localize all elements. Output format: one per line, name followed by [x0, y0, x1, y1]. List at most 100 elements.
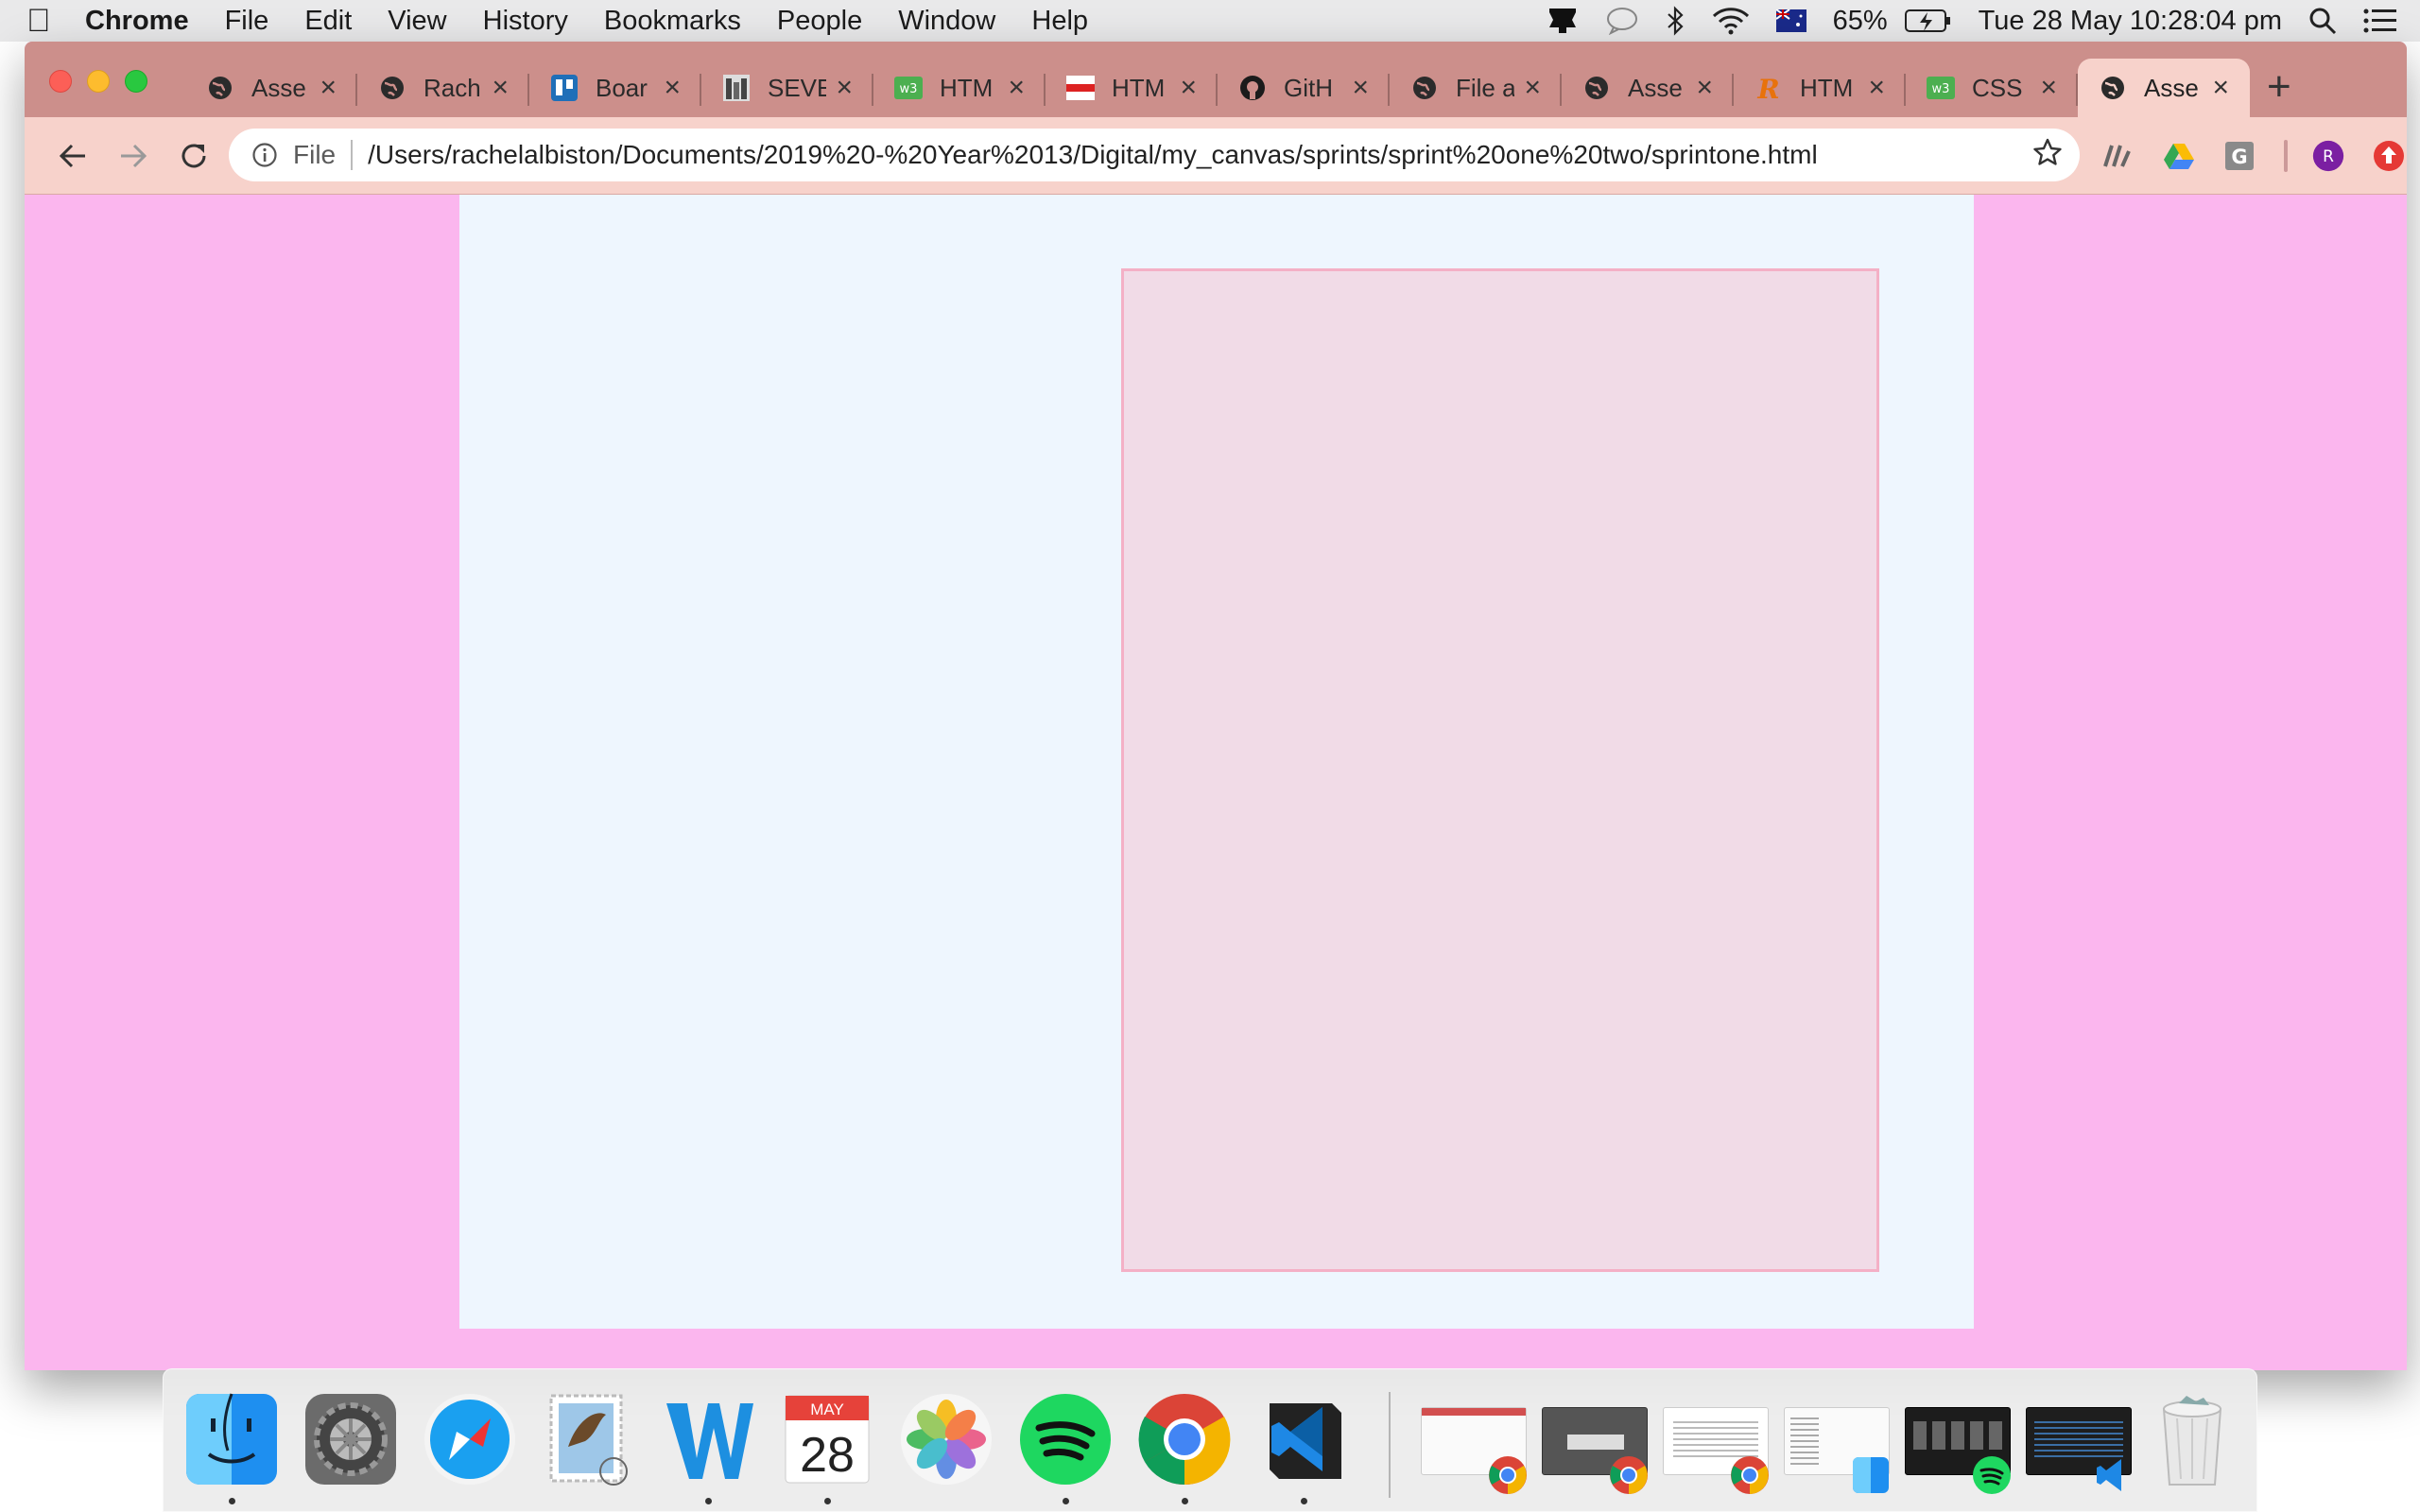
messages-icon[interactable]: [1593, 7, 1651, 35]
tab-close-icon[interactable]: ×: [664, 74, 681, 102]
tab-close-icon[interactable]: ×: [1524, 74, 1541, 102]
back-button[interactable]: [55, 138, 91, 174]
tab-9[interactable]: Asse ×: [1562, 59, 1734, 117]
dock-vscode[interactable]: [1254, 1390, 1353, 1504]
running-indicator: [824, 1498, 831, 1504]
dock-trash[interactable]: [2143, 1390, 2241, 1488]
trash-icon: [2162, 1396, 2222, 1486]
tab-10[interactable]: R HTM ×: [1734, 59, 1906, 117]
dock-minimized-window-5[interactable]: [1905, 1407, 2011, 1494]
tab-close-icon[interactable]: ×: [1352, 74, 1369, 102]
reload-button[interactable]: [176, 138, 212, 174]
dock-word[interactable]: [659, 1390, 757, 1504]
dock-minimized-window-4[interactable]: [1784, 1407, 1890, 1493]
menu-history[interactable]: History: [465, 6, 586, 37]
menu-edit[interactable]: Edit: [286, 6, 370, 37]
svg-text:28: 28: [800, 1428, 855, 1483]
update-arrow-icon[interactable]: [2373, 140, 2405, 172]
apple-menu-icon[interactable]: : [26, 3, 78, 40]
menu-app-name[interactable]: Chrome: [78, 6, 207, 37]
page-container: [459, 195, 1974, 1329]
tab-5[interactable]: w3 HTM ×: [873, 59, 1046, 117]
battery-percent[interactable]: 65%: [1820, 6, 1892, 37]
grammarly-icon[interactable]: G: [2223, 140, 2256, 172]
tab-1[interactable]: Asse ×: [185, 59, 357, 117]
bluetooth-icon[interactable]: [1651, 6, 1699, 36]
menu-help[interactable]: Help: [1013, 6, 1106, 37]
window-close-button[interactable]: [49, 70, 72, 93]
tab-11[interactable]: w3 CSS ×: [1906, 59, 2078, 117]
display-icon[interactable]: [1532, 7, 1593, 35]
tab-6[interactable]: HTM ×: [1046, 59, 1218, 117]
tab-close-icon[interactable]: ×: [1868, 74, 1885, 102]
tab-2[interactable]: Rach ×: [357, 59, 529, 117]
url-scheme: File: [293, 140, 337, 169]
dock-finder[interactable]: [182, 1390, 281, 1504]
info-icon[interactable]: [251, 142, 278, 168]
toolbar-divider: [2284, 140, 2288, 172]
dock-mail[interactable]: [540, 1390, 638, 1488]
dock-system-preferences[interactable]: [302, 1390, 400, 1488]
vscode-badge-icon: [2097, 1459, 2121, 1491]
tab-4[interactable]: SEVE ×: [701, 59, 873, 117]
tab-3[interactable]: Boar ×: [529, 59, 701, 117]
dock-minimized-window-6[interactable]: [2026, 1407, 2132, 1491]
forward-button[interactable]: [115, 138, 151, 174]
dock-chrome[interactable]: [1135, 1390, 1234, 1504]
globe-icon: [378, 74, 406, 102]
bookmark-star-icon[interactable]: [2032, 137, 2063, 174]
canvas-box[interactable]: [1121, 268, 1879, 1272]
wifi-icon[interactable]: [1699, 7, 1763, 35]
dock-minimized-window-1[interactable]: [1421, 1407, 1527, 1494]
tab-close-icon[interactable]: ×: [1008, 74, 1025, 102]
extension-tool-icon[interactable]: [2102, 140, 2135, 172]
dock: MAY 28: [163, 1368, 2257, 1512]
dock-spotify[interactable]: [1016, 1390, 1115, 1504]
battery-charging-icon[interactable]: [1892, 9, 1965, 33]
tab-close-icon[interactable]: ×: [2040, 74, 2057, 102]
svg-text:w3: w3: [900, 82, 918, 96]
tab-close-icon[interactable]: ×: [1696, 74, 1713, 102]
menu-file[interactable]: File: [207, 6, 287, 37]
dock-minimized-window-2[interactable]: [1542, 1407, 1648, 1494]
menu-bookmarks[interactable]: Bookmarks: [586, 6, 759, 37]
window-minimize-button[interactable]: [87, 70, 110, 93]
url-separator: [351, 140, 354, 170]
dock-calendar[interactable]: MAY 28: [778, 1390, 876, 1504]
notification-center-icon[interactable]: [2350, 8, 2420, 34]
tab-close-icon[interactable]: ×: [1180, 74, 1197, 102]
clock[interactable]: Tue 28 May 10:28:04 pm: [1965, 6, 2295, 37]
svg-text:R: R: [2323, 147, 2334, 166]
profile-avatar[interactable]: R: [2312, 140, 2344, 172]
spotlight-search-icon[interactable]: [2295, 7, 2350, 35]
input-source-flag-icon[interactable]: [1763, 9, 1820, 32]
window-zoom-button[interactable]: [125, 70, 147, 93]
tab-close-icon[interactable]: ×: [492, 74, 509, 102]
dock-minimized-window-3[interactable]: [1663, 1407, 1769, 1494]
chrome-badge-icon: [1489, 1456, 1527, 1494]
google-drive-icon[interactable]: [2163, 140, 2195, 172]
menu-view[interactable]: View: [370, 6, 464, 37]
tab-label: File a: [1456, 73, 1514, 102]
running-indicator: [705, 1498, 712, 1504]
new-tab-button[interactable]: +: [2267, 66, 2291, 108]
svg-text:MAY: MAY: [810, 1400, 844, 1418]
tab-close-icon[interactable]: ×: [836, 74, 853, 102]
tab-close-icon[interactable]: ×: [2212, 74, 2229, 102]
browser-window: Asse × Rach × Boar × SEVE × w3 HTM × HTM…: [25, 42, 2407, 1370]
tab-strip: Asse × Rach × Boar × SEVE × w3 HTM × HTM…: [25, 42, 2407, 117]
github-icon: [1238, 74, 1267, 102]
spotify-badge-icon: [1973, 1456, 2011, 1494]
dock-safari[interactable]: [421, 1390, 519, 1488]
menu-window[interactable]: Window: [880, 6, 1013, 37]
url-text[interactable]: /Users/rachelalbiston/Documents/2019%20-…: [368, 140, 1818, 170]
tab-close-icon[interactable]: ×: [320, 74, 337, 102]
tab-7[interactable]: GitH ×: [1218, 59, 1390, 117]
dock-photos[interactable]: [897, 1390, 995, 1488]
tab-8[interactable]: File a ×: [1390, 59, 1562, 117]
tab-label: Boar: [596, 73, 648, 102]
tab-12-active[interactable]: Asse ×: [2078, 59, 2250, 117]
address-bar[interactable]: File /Users/rachelalbiston/Documents/201…: [229, 129, 2080, 181]
menu-people[interactable]: People: [759, 6, 880, 37]
tab-label: HTM: [1112, 73, 1166, 102]
